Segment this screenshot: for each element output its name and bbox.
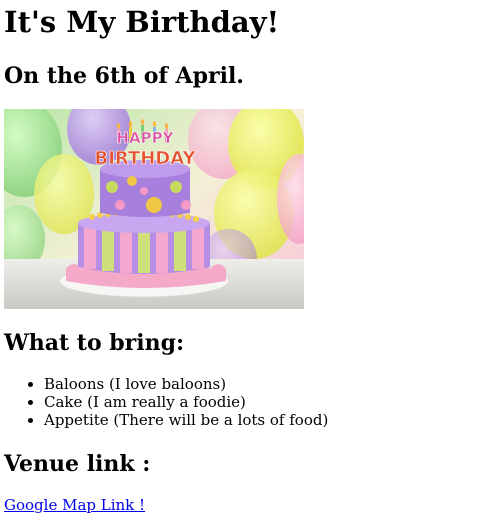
- svg-text:HAPPY: HAPPY: [116, 129, 174, 147]
- venue-heading: Venue link :: [4, 451, 151, 477]
- date-subtitle: On the 6th of April.: [4, 63, 244, 89]
- page-title: It's My Birthday!: [4, 5, 280, 39]
- google-map-link[interactable]: Google Map Link !: [4, 496, 145, 514]
- list-item: Appetite (There will be a lots of food): [44, 411, 328, 429]
- page: It's My Birthday! On the 6th of April. H…: [0, 0, 488, 516]
- list-item: Cake (I am really a foodie): [44, 393, 328, 411]
- bring-list: Baloons (I love baloons) Cake (I am real…: [0, 375, 328, 429]
- what-to-bring-heading: What to bring:: [4, 330, 185, 356]
- list-item: Baloons (I love baloons): [44, 375, 328, 393]
- birthday-cake-image: HAPPY BIRTHDAY: [4, 109, 304, 309]
- svg-text:BIRTHDAY: BIRTHDAY: [95, 148, 197, 169]
